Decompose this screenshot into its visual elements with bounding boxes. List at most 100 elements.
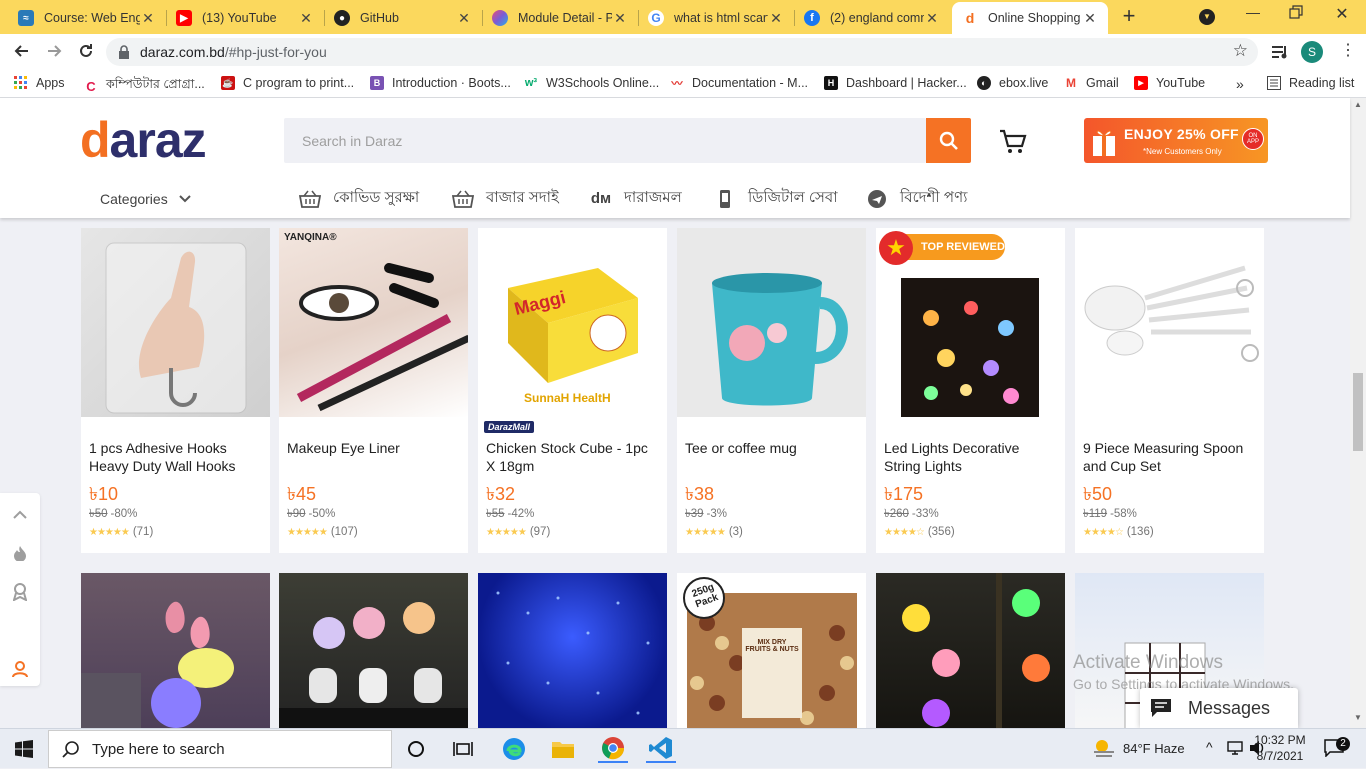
search-input[interactable] [284, 118, 926, 163]
product-rating: ★★★★☆ (136) [1083, 526, 1154, 538]
scroll-down-arrow-icon[interactable]: ▼ [1354, 713, 1362, 722]
bookmark-bootstrap[interactable]: B Introduction · Boots... [370, 76, 511, 90]
clock[interactable]: 10:32 PM 8/7/2021 [1250, 732, 1310, 764]
windows-start-button[interactable] [9, 735, 39, 763]
chevron-up-icon[interactable]: ^ [1206, 739, 1213, 755]
product-card[interactable]: 9 Piece Measuring Spoon and Cup Set ৳50 … [1075, 228, 1264, 553]
bookmark-label: Documentation - M... [692, 76, 809, 90]
bag-label-text: MIX DRY FRUITS & NUTS [745, 639, 799, 653]
tab-online-shopping[interactable]: d Online Shopping ✕ [952, 2, 1108, 34]
close-icon[interactable]: ✕ [924, 10, 940, 27]
product-card[interactable]: Tee or coffee mug ৳38 ৳39 -3% ★★★★★ (3) [677, 228, 866, 553]
bookmark-apps[interactable]: Apps [14, 76, 65, 90]
bookmark-label: Gmail [1086, 76, 1119, 90]
forward-button[interactable] [44, 41, 64, 61]
weather-text[interactable]: 84°F Haze [1123, 741, 1185, 756]
product-card[interactable] [279, 573, 468, 733]
taskbar-search[interactable]: Type here to search [48, 730, 392, 768]
promo-banner[interactable]: ENJOY 25% OFF *New Customers Only ON APP [1084, 118, 1268, 163]
profile-avatar[interactable]: S [1301, 41, 1323, 63]
tab-facebook[interactable]: f (2) england comm ✕ [794, 2, 950, 34]
rating-stars: ★★★★★ [287, 526, 328, 538]
reload-button[interactable] [76, 41, 96, 61]
bookmark-youtube[interactable]: ▶ YouTube [1134, 76, 1205, 90]
vscode-app[interactable] [646, 735, 676, 763]
product-card[interactable]: 250g Pack MIX DRY FRUITS & NUTS [677, 573, 866, 733]
page-scrollbar[interactable]: ▲ ▼ [1350, 98, 1366, 728]
scroll-up-arrow-icon[interactable]: ▲ [1354, 100, 1362, 109]
flame-icon[interactable] [10, 543, 30, 563]
tab-github[interactable]: ● GitHub ✕ [324, 2, 482, 34]
tab-youtube[interactable]: ▶ (13) YouTube ✕ [166, 2, 324, 34]
close-icon[interactable]: ✕ [1082, 10, 1098, 27]
award-icon[interactable] [10, 582, 30, 602]
nav-digital-service[interactable]: ডিজিটাল সেবা [714, 186, 838, 211]
nav-foreign-products[interactable]: বিদেশী পণ্য [866, 186, 967, 211]
cortana-button[interactable] [401, 735, 431, 763]
bookmark-hackerrank[interactable]: H Dashboard | Hacker... [824, 76, 967, 90]
rating-stars: ★★★★☆ [1083, 526, 1124, 538]
search-button[interactable] [926, 118, 971, 163]
messages-button[interactable]: Messages [1140, 688, 1298, 728]
notification-center-button[interactable]: 2 [1324, 737, 1350, 759]
product-card[interactable] [81, 573, 270, 733]
task-view-button[interactable] [448, 735, 478, 763]
nav-darazmall[interactable]: dм দারাজমল [590, 186, 682, 211]
original-price: ৳260 [884, 508, 909, 520]
restore-button[interactable] [1289, 5, 1305, 19]
close-icon[interactable]: ✕ [140, 10, 156, 27]
address-bar[interactable]: daraz.com.bd/#hp-just-for-you ☆ [106, 38, 1258, 66]
discount: -42% [507, 508, 535, 520]
tab-google-search[interactable]: G what is html scart ✕ [638, 2, 794, 34]
close-icon[interactable]: ✕ [768, 10, 784, 27]
file-explorer-app[interactable] [548, 735, 578, 763]
chrome-app[interactable] [598, 735, 628, 763]
product-card[interactable]: 1 pcs Adhesive Hooks Heavy Duty Wall Hoo… [81, 228, 270, 553]
bookmarks-more-button[interactable]: » [1236, 76, 1244, 92]
chevron-up-icon[interactable] [10, 505, 30, 525]
reading-list-button[interactable]: Reading list [1267, 76, 1354, 90]
bookmark-gmail[interactable]: M Gmail [1064, 76, 1119, 90]
tab-course[interactable]: ≈ Course: Web Engi ✕ [8, 2, 166, 34]
media-control-icon[interactable] [1271, 43, 1289, 61]
bookmark-c-program[interactable]: ☕ C program to print... [221, 76, 354, 90]
original-price: ৳119 [1083, 508, 1108, 520]
product-card[interactable]: YANQINA® Makeup Eye Liner ৳45 ৳90 -50% ★★… [279, 228, 468, 553]
user-icon[interactable] [10, 659, 30, 679]
product-card[interactable] [876, 573, 1065, 733]
reading-list-label: Reading list [1289, 76, 1355, 90]
categories-dropdown[interactable]: Categories [100, 191, 192, 207]
bookmark-computer-programming[interactable]: C কম্পিউটার প্রোগ্রা... [84, 76, 205, 96]
window-close-button[interactable]: ✕ [1334, 4, 1350, 24]
bookmark-ebox[interactable]: ◐ ebox.live [977, 76, 1048, 90]
daraz-logo[interactable]: daraz [80, 115, 207, 165]
close-icon[interactable]: ✕ [298, 10, 314, 27]
nav-covid-protection[interactable]: কোভিড সুরক্ষা [299, 186, 419, 211]
bootstrap-icon: B [370, 76, 384, 90]
review-count: (107) [330, 526, 358, 538]
menu-dots-icon[interactable]: ⋮ [1340, 40, 1356, 60]
product-card[interactable]: Maggi SunnaH HealtH DarazMall Chicken St… [478, 228, 667, 553]
tab-search-icon[interactable]: ▼ [1199, 9, 1215, 25]
edge-app[interactable] [499, 735, 529, 763]
bookmark-star-icon[interactable]: ☆ [1233, 41, 1248, 61]
tab-title: (2) england comm [830, 11, 924, 25]
product-card[interactable]: ★ TOP REVIEWED Led Lights Decorative Str… [876, 228, 1065, 553]
cart-button[interactable] [998, 128, 1028, 156]
close-icon[interactable]: ✕ [456, 10, 472, 27]
nav-grocery[interactable]: বাজার সদাই [452, 186, 559, 211]
network-icon[interactable] [1227, 740, 1245, 759]
youtube-icon: ▶ [176, 10, 192, 26]
close-icon[interactable]: ✕ [612, 10, 628, 27]
bookmark-w3schools[interactable]: w³ W3Schools Online... [524, 76, 659, 90]
apps-grid-icon [14, 76, 27, 89]
back-button[interactable] [12, 41, 32, 61]
minimize-button[interactable]: — [1243, 4, 1263, 20]
scrollbar-thumb[interactable] [1353, 373, 1363, 451]
url-domain: daraz.com.bd [140, 44, 225, 60]
product-card[interactable] [478, 573, 667, 733]
new-tab-button[interactable]: + [1118, 5, 1140, 28]
notification-count-badge: 2 [1336, 737, 1350, 751]
tab-module-detail[interactable]: Module Detail - P ✕ [482, 2, 638, 34]
bookmark-documentation[interactable]: 〰 Documentation - M... [670, 76, 808, 90]
